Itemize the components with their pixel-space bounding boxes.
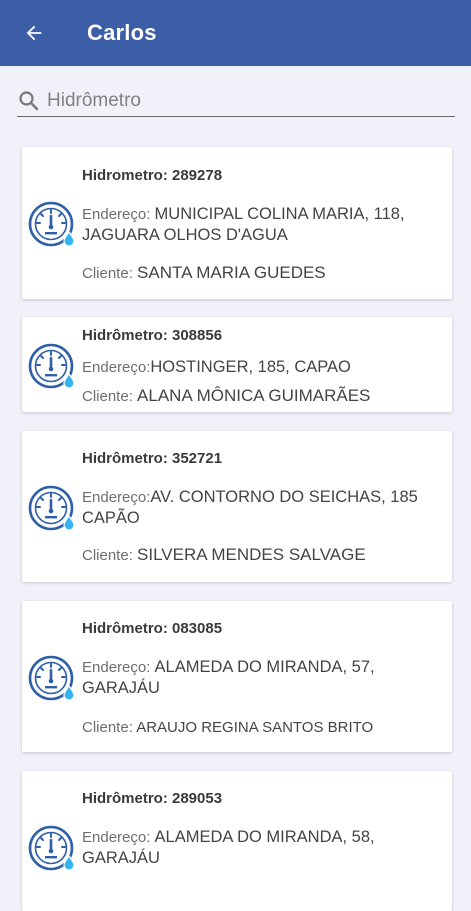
address-text: Endereço:AV. CONTORNO DO SEICHAS, 185 CA… bbox=[82, 487, 442, 529]
address-label: Endereço: bbox=[82, 659, 155, 676]
address-label: Endereço: bbox=[82, 359, 151, 376]
client-value: ALANA MÔNICA GUIMARÃES bbox=[137, 386, 371, 405]
hydrometer-card[interactable]: Hidrometro: 289278 Endereço: MUNICIPAL C… bbox=[22, 147, 452, 299]
client-text: Cliente: SILVERA MENDES SALVAGE bbox=[82, 545, 442, 565]
client-text: Cliente: ALANA MÔNICA GUIMARÃES bbox=[82, 386, 442, 406]
hydrometer-card[interactable]: Hidrômetro: 352721 Endereço:AV. CONTORNO… bbox=[22, 431, 452, 582]
client-value: ARAUJO REGINA SANTOS BRITO bbox=[136, 719, 374, 736]
hydrometer-number: Hidrômetro: 308856 bbox=[82, 327, 223, 344]
water-meter-icon bbox=[27, 199, 79, 251]
client-value: SILVERA MENDES SALVAGE bbox=[137, 545, 366, 564]
arrow-left-icon bbox=[26, 25, 42, 41]
address-label: Endereço: bbox=[82, 829, 155, 846]
client-label: Cliente: bbox=[82, 719, 137, 736]
hydrometer-card[interactable]: Hidrômetro: 083085 Endereço: ALAMEDA DO … bbox=[22, 601, 452, 752]
hydrometer-card[interactable]: Hidrômetro: 308856 Endereço:HOSTINGER, 1… bbox=[22, 317, 452, 412]
address-label: Endereço: bbox=[82, 489, 151, 506]
address-label: Endereço: bbox=[82, 206, 155, 223]
client-text: Cliente: SANTA MARIA GUEDES bbox=[82, 263, 442, 283]
water-meter-icon bbox=[27, 341, 79, 393]
client-label: Cliente: bbox=[82, 388, 138, 405]
app-bar: Carlos bbox=[0, 0, 471, 66]
page-title: Carlos bbox=[87, 20, 157, 45]
address-text: Endereço:HOSTINGER, 185, CAPAO bbox=[82, 357, 442, 378]
hydrometer-number: Hidrômetro: 083085 bbox=[82, 620, 223, 637]
client-label: Cliente: bbox=[82, 265, 138, 282]
hydrometer-card[interactable]: Hidrômetro: 289053 Endereço: ALAMEDA DO … bbox=[22, 771, 452, 911]
water-meter-icon bbox=[27, 823, 79, 875]
search-input[interactable] bbox=[47, 90, 437, 112]
search-bar bbox=[17, 86, 455, 117]
address-text: Endereço: MUNICIPAL COLINA MARIA, 118, J… bbox=[82, 204, 442, 246]
client-value: SANTA MARIA GUEDES bbox=[137, 263, 326, 282]
client-label: Cliente: bbox=[82, 547, 138, 564]
back-button[interactable] bbox=[20, 19, 48, 47]
address-value: HOSTINGER, 185, CAPAO bbox=[150, 358, 351, 376]
client-text: Cliente: ARAUJO REGINA SANTOS BRITO bbox=[82, 717, 442, 737]
address-text: Endereço: ALAMEDA DO MIRANDA, 57, GARAJÁ… bbox=[82, 657, 442, 699]
search-icon bbox=[19, 91, 39, 111]
hydrometer-number: Hidrômetro: 289053 bbox=[82, 790, 223, 807]
address-text: Endereço: ALAMEDA DO MIRANDA, 58, GARAJÁ… bbox=[82, 827, 442, 869]
water-meter-icon bbox=[27, 653, 79, 705]
water-meter-icon bbox=[27, 483, 79, 535]
hydrometer-number: Hidrometro: 289278 bbox=[82, 167, 223, 184]
hydrometer-number: Hidrômetro: 352721 bbox=[82, 450, 223, 467]
